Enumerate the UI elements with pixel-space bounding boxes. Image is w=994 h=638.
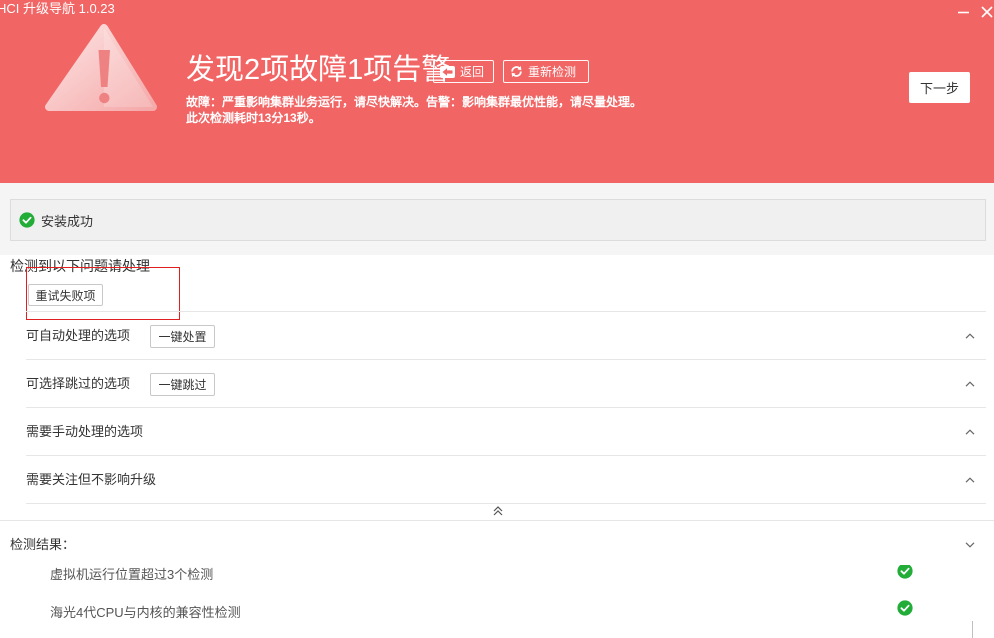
close-icon: [981, 6, 993, 18]
skip-all-button[interactable]: 一键跳过: [150, 373, 215, 396]
chevron-up-icon[interactable]: [965, 333, 975, 339]
install-status-box: 安装成功: [10, 199, 986, 241]
back-button[interactable]: 返回: [433, 60, 494, 83]
page-title: 发现2项故障1项告警: [186, 54, 451, 86]
results-list: 虚拟机运行位置超过3个检测 海光4代CPU与内核的兼容性检测: [0, 565, 994, 638]
install-status-label: 安装成功: [41, 213, 94, 229]
divider: [26, 311, 986, 312]
minimize-icon: [958, 11, 969, 14]
close-button[interactable]: [980, 5, 994, 19]
results-heading: 检测结果：: [10, 537, 76, 552]
arrow-left-icon: [440, 65, 455, 78]
issue-group-notice-label[interactable]: 需要关注但不影响升级: [26, 471, 156, 489]
chevron-up-icon[interactable]: [965, 477, 975, 483]
divider: [26, 503, 986, 504]
scrollbar[interactable]: [972, 621, 973, 638]
chevron-down-icon[interactable]: [965, 542, 975, 548]
window-title: HCI 升级导航 1.0.23: [0, 1, 115, 16]
result-item-label: 虚拟机运行位置超过3个检测: [50, 567, 214, 582]
double-chevron-up-icon[interactable]: [493, 506, 503, 516]
divider: [26, 455, 986, 456]
refresh-icon: [510, 65, 523, 78]
chevron-up-icon[interactable]: [965, 381, 975, 387]
section-divider: [0, 520, 994, 521]
divider: [26, 359, 986, 360]
check-duration: 此次检测耗时13分13秒。: [186, 111, 321, 125]
recheck-button-label: 重新检测: [528, 65, 577, 79]
check-circle-icon: [19, 212, 35, 228]
recheck-button[interactable]: 重新检测: [503, 60, 589, 83]
issue-group-manual-label[interactable]: 需要手动处理的选项: [26, 423, 143, 441]
header-description: 故障：严重影响集群业务运行，请尽快解决。告警：影响集群最优性能，请尽量处理。: [186, 95, 643, 109]
check-circle-icon: [897, 565, 913, 579]
retry-failed-button[interactable]: 重试失败项: [28, 284, 103, 306]
divider: [26, 407, 986, 408]
result-item-label: 海光4代CPU与内核的兼容性检测: [50, 605, 241, 620]
chevron-up-icon[interactable]: [965, 429, 975, 435]
check-circle-icon: [897, 600, 913, 616]
back-button-label: 返回: [460, 65, 485, 79]
minimize-button[interactable]: [956, 6, 970, 18]
issue-group-skippable-label[interactable]: 可选择跳过的选项: [26, 375, 130, 393]
auto-handle-button[interactable]: 一键处置: [150, 325, 215, 348]
next-step-button[interactable]: 下一步: [909, 72, 970, 103]
issue-group-auto-label[interactable]: 可自动处理的选项: [26, 327, 130, 345]
warning-triangle-icon: [40, 20, 160, 116]
